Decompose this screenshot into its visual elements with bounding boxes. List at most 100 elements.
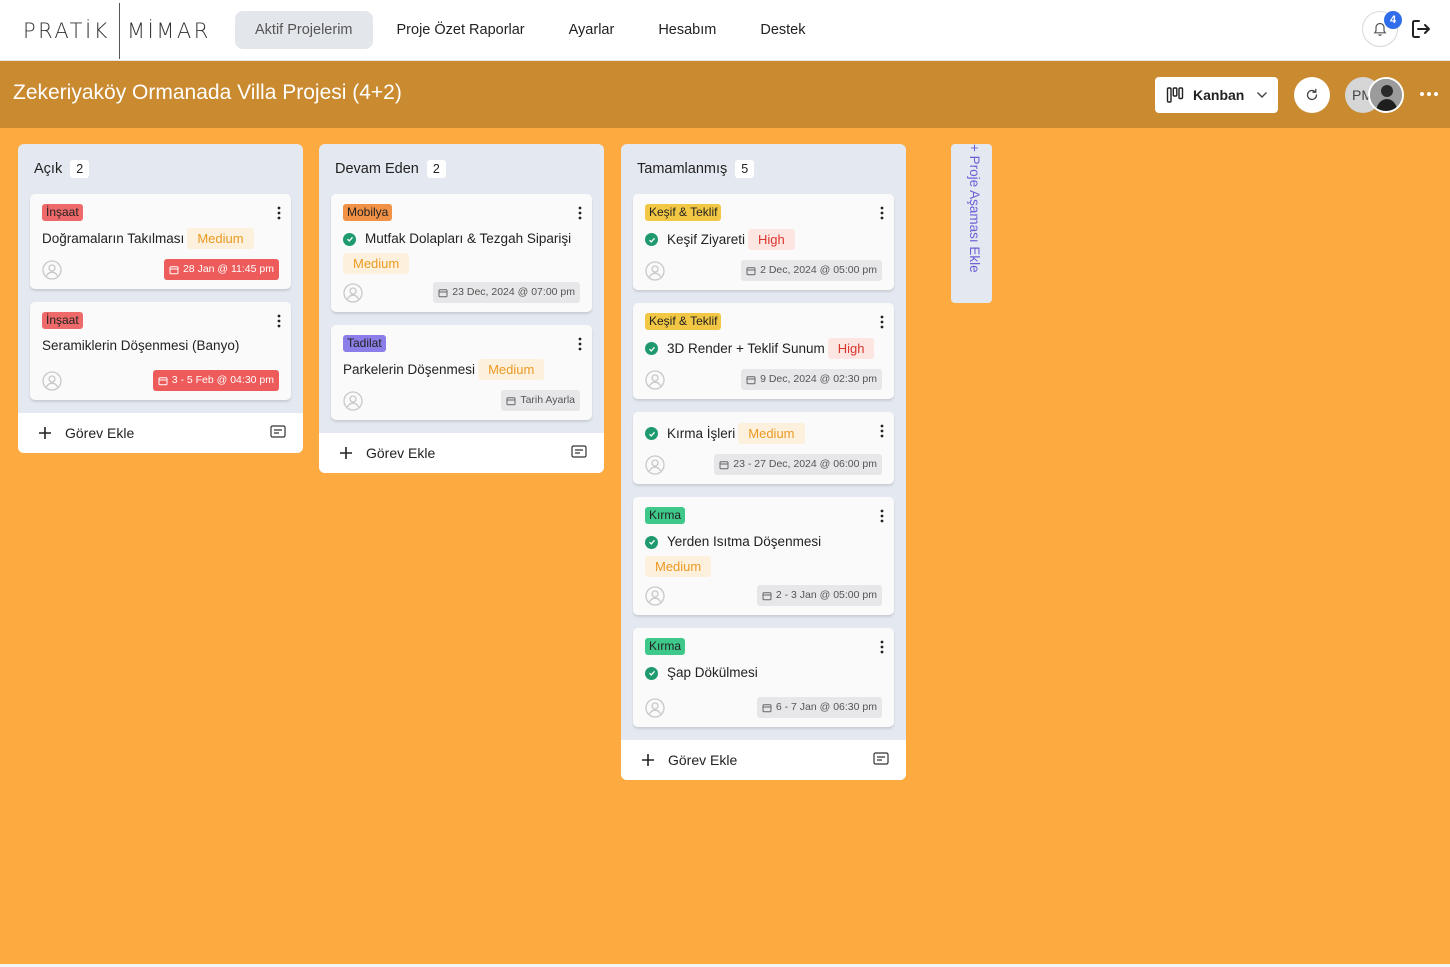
assignee-user-icon[interactable] [645,369,665,390]
due-date-text: 3 - 5 Feb @ 04:30 pm [171,374,274,386]
column-title: Açık [34,161,63,177]
nav-item-support[interactable]: Destek [760,11,805,49]
task-card[interactable]: Kırma İşleri Medium 23 - 27 Dec, 2024 @ … [633,412,894,484]
assignee-user-icon[interactable] [645,697,665,718]
task-tag: Kırma [645,638,686,655]
task-tag: Keşif & Teklif [645,204,722,221]
add-task-button[interactable]: Görev Ekle [18,413,303,453]
task-card[interactable]: Kırma Yerden Isıtma Döşenmesi Medium 2 -… [633,497,894,615]
column-in-progress: Devam Eden 2 Mobilya Mutfak Dolapları & … [319,144,604,473]
priority-badge: Medium [645,556,712,577]
due-date-badge[interactable]: 3 - 5 Feb @ 04:30 pm [152,370,279,391]
column-count: 2 [426,160,446,178]
view-selector-label: Kanban [1193,87,1245,103]
calendar-icon [746,266,756,275]
task-title: Parkelerin Döşenmesi [343,361,476,377]
view-selector[interactable]: Kanban [1155,77,1278,113]
completed-check-icon [645,535,658,549]
task-card[interactable]: Keşif & Teklif 3D Render + Teklif Sunum … [633,303,894,399]
assignee-user-icon[interactable] [645,585,665,606]
calendar-icon [762,703,772,712]
brand-logo-divider [118,3,120,59]
card-template-icon[interactable] [873,752,889,765]
assignee-user-icon[interactable] [645,260,665,281]
kebab-menu-icon[interactable] [578,206,582,220]
due-date-text: 23 - 27 Dec, 2024 @ 06:00 pm [733,458,877,470]
assignee-user-icon[interactable] [343,282,363,303]
kebab-menu-icon[interactable] [277,314,281,328]
task-card[interactable]: Keşif & Teklif Keşif Ziyareti High 2 Dec… [633,194,894,290]
task-title: Kırma İşleri [667,425,736,441]
nav-item-summary-reports[interactable]: Proje Özet Raporlar [397,11,525,49]
kebab-menu-icon[interactable] [880,315,884,329]
task-tag: İnşaat [42,312,83,329]
assignee-user-icon[interactable] [343,390,363,411]
task-card[interactable]: Mobilya Mutfak Dolapları & Tezgah Sipari… [331,194,592,312]
kebab-menu-icon[interactable] [880,424,884,438]
due-date-text: 23 Dec, 2024 @ 07:00 pm [452,286,575,298]
task-tag: İnşaat [42,204,83,221]
column-header: Açık 2 [18,144,303,194]
avatar-photo[interactable] [1368,77,1404,113]
brand-logo[interactable]: PRATİK MİMAR [23,3,211,59]
plus-icon [39,427,51,439]
column-count: 5 [735,160,755,178]
column-completed: Tamamlanmış 5 Keşif & Teklif Keşif Ziyar… [621,144,906,780]
card-list: Keşif & Teklif Keşif Ziyareti High 2 Dec… [621,194,906,727]
kebab-menu-icon[interactable] [880,206,884,220]
assignee-user-icon[interactable] [42,370,62,391]
card-list: Mobilya Mutfak Dolapları & Tezgah Sipari… [319,194,604,420]
task-title: Yerden Isıtma Döşenmesi [667,534,822,549]
task-tag: Keşif & Teklif [645,313,722,330]
task-title: Mutfak Dolapları & Tezgah Siparişi [365,231,572,246]
calendar-icon [506,396,516,405]
task-title: Şap Dökülmesi [667,665,758,680]
task-card[interactable]: Kırma Şap Dökülmesi 6 - 7 Jan @ 06:30 pm [633,628,894,727]
brand-logo-part2: MİMAR [126,19,211,43]
calendar-icon [438,288,448,297]
brand-logo-part1: PRATİK [23,19,110,43]
nav-item-account[interactable]: Hesabım [658,11,716,49]
plus-icon [340,447,352,459]
due-date-badge[interactable]: 28 Jan @ 11:45 pm [163,259,279,280]
add-project-stage-button[interactable]: + Proje Aşaması Ekle [951,144,992,303]
plus-icon [642,754,654,766]
set-date-button[interactable]: Tarih Ayarla [501,390,580,411]
task-card[interactable]: Tadilat Parkelerin Döşenmesi Medium Tari… [331,325,592,420]
completed-check-icon [343,232,356,246]
due-date-badge[interactable]: 9 Dec, 2024 @ 02:30 pm [741,369,882,390]
kebab-menu-icon[interactable] [277,206,281,220]
add-task-button[interactable]: Görev Ekle [319,433,604,473]
assignee-user-icon[interactable] [645,454,665,475]
completed-check-icon [645,666,658,680]
card-list: İnşaat Doğramaların Takılması Medium 28 … [18,194,303,400]
kebab-menu-icon[interactable] [880,509,884,523]
task-title: Keşif Ziyareti [667,231,746,247]
kebab-menu-icon[interactable] [880,640,884,654]
due-date-text: Tarih Ayarla [520,394,575,406]
nav-item-active-projects[interactable]: Aktif Projelerim [235,11,373,49]
main-nav: Aktif Projelerim Proje Özet Raporlar Aya… [235,11,849,49]
card-template-icon[interactable] [571,445,587,458]
due-date-badge[interactable]: 23 - 27 Dec, 2024 @ 06:00 pm [714,454,882,475]
priority-badge: Medium [478,359,545,380]
due-date-badge[interactable]: 23 Dec, 2024 @ 07:00 pm [433,282,580,303]
kebab-menu-icon[interactable] [578,337,582,351]
due-date-text: 9 Dec, 2024 @ 02:30 pm [760,373,877,385]
due-date-badge[interactable]: 2 - 3 Jan @ 05:00 pm [756,585,882,606]
notification-count-badge: 4 [1384,11,1402,29]
calendar-icon [719,460,729,469]
task-card[interactable]: İnşaat Seramiklerin Döşenmesi (Banyo) 3 … [30,302,291,400]
kanban-icon [1166,87,1184,103]
due-date-badge[interactable]: 2 Dec, 2024 @ 05:00 pm [741,260,882,281]
logout-icon[interactable] [1409,17,1433,41]
assignee-user-icon[interactable] [42,259,62,280]
task-card[interactable]: İnşaat Doğramaların Takılması Medium 28 … [30,194,291,289]
due-date-badge[interactable]: 6 - 7 Jan @ 06:30 pm [756,697,882,718]
card-template-icon[interactable] [270,425,286,438]
more-options-icon[interactable] [1418,89,1440,99]
add-task-button[interactable]: Görev Ekle [621,740,906,780]
add-stage-label: + Proje Aşaması Ekle [967,144,982,273]
nav-item-settings[interactable]: Ayarlar [569,11,615,49]
refresh-button[interactable] [1294,77,1330,113]
